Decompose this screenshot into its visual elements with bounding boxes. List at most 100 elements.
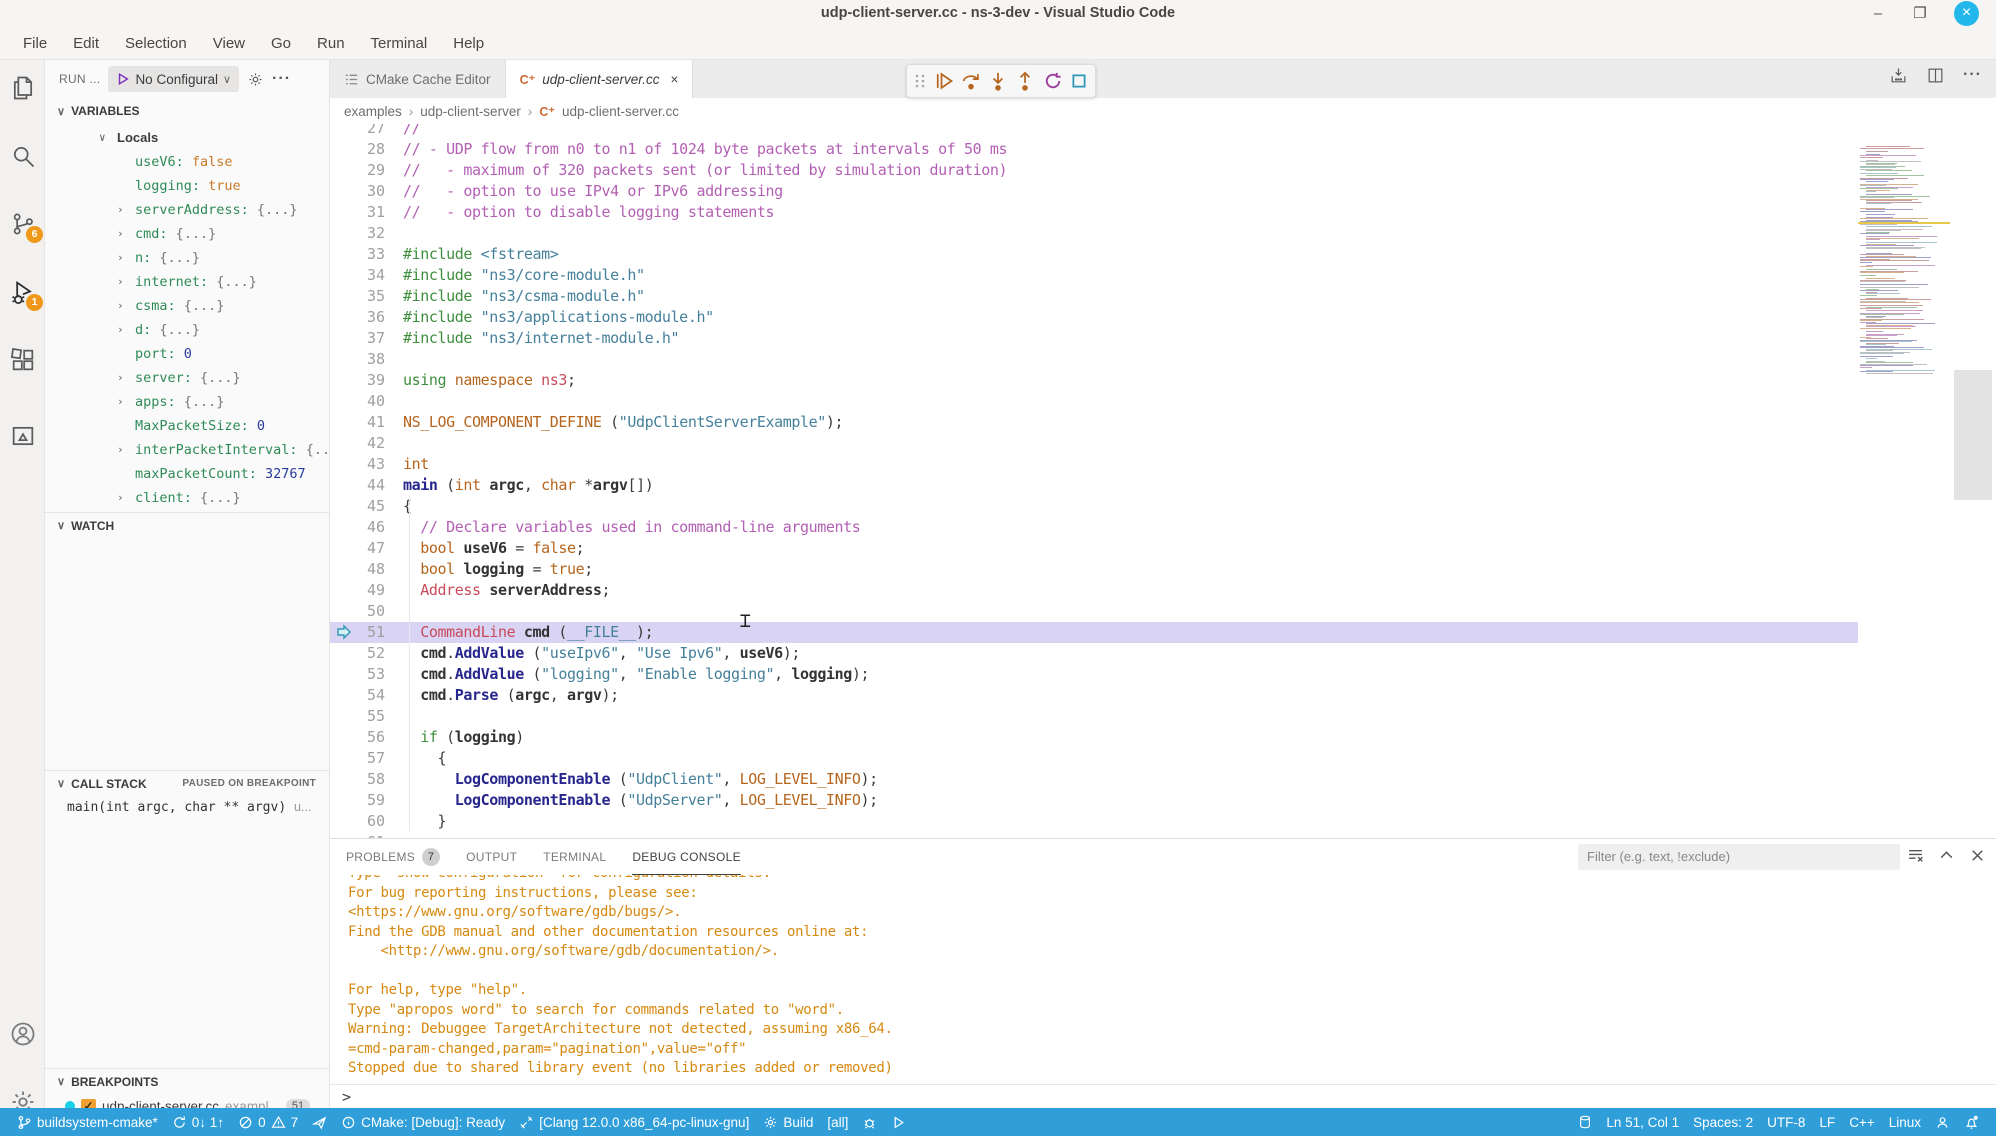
code-line-40[interactable]: 40 (330, 391, 1950, 412)
breakpoint-row[interactable]: ✓ udp-client-server.cc exampl... 51 (45, 1094, 330, 1108)
line-number[interactable]: 45 (330, 496, 385, 517)
line-number[interactable]: 48 (330, 559, 385, 580)
chevron-right-icon[interactable]: › (117, 318, 124, 342)
line-number[interactable]: 27 (330, 124, 385, 139)
code-line-58[interactable]: 58 LogComponentEnable ("UdpClient", LOG_… (330, 769, 1950, 790)
line-number[interactable]: 46 (330, 517, 385, 538)
variable-client[interactable]: ›client: {...} (45, 486, 330, 510)
variable-port[interactable]: port: 0 (45, 342, 330, 366)
line-number[interactable]: 39 (330, 370, 385, 391)
menu-help[interactable]: Help (442, 35, 495, 52)
callstack-frame[interactable]: main(int argc, char ** argv) u... (67, 800, 311, 815)
code-line-37[interactable]: 37#include "ns3/internet-module.h" (330, 328, 1950, 349)
line-number[interactable]: 35 (330, 286, 385, 307)
run-config-dropdown[interactable]: No Configural ∨ (108, 66, 239, 92)
code-line-42[interactable]: 42 (330, 433, 1950, 454)
maximize-panel-icon[interactable] (1938, 847, 1955, 864)
code-line-31[interactable]: 31// - option to disable logging stateme… (330, 202, 1950, 223)
chevron-right-icon[interactable]: › (117, 366, 124, 390)
variable-interPacketInterval[interactable]: ›interPacketInterval: {...} (45, 438, 330, 462)
line-number[interactable]: 32 (330, 223, 385, 244)
menu-go[interactable]: Go (260, 35, 302, 52)
variable-maxPacketCount[interactable]: maxPacketCount: 32767 (45, 462, 330, 486)
statusbar-remote[interactable] (1571, 1108, 1599, 1136)
statusbar-build[interactable]: Build (756, 1108, 820, 1136)
more-actions-icon[interactable]: ··· (272, 70, 291, 88)
code-line-57[interactable]: 57 { (330, 748, 1950, 769)
code-line-38[interactable]: 38 (330, 349, 1950, 370)
chevron-right-icon[interactable]: › (117, 438, 124, 462)
statusbar-launch[interactable] (305, 1108, 334, 1136)
chevron-right-icon[interactable]: › (117, 222, 124, 246)
statusbar-sync[interactable]: 0↓ 1↑ (165, 1108, 231, 1136)
code-line-33[interactable]: 33#include <fstream> (330, 244, 1950, 265)
variable-useV6[interactable]: useV6: false (45, 150, 330, 174)
extensions-icon[interactable] (9, 346, 37, 374)
more-editor-actions-icon[interactable]: ··· (1963, 66, 1982, 85)
explorer-icon[interactable] (9, 74, 37, 102)
line-number[interactable]: 54 (330, 685, 385, 706)
statusbar-debug-target[interactable] (855, 1108, 884, 1136)
line-number[interactable]: 40 (330, 391, 385, 412)
code-line-49[interactable]: 49 Address serverAddress; (330, 580, 1950, 601)
menu-file[interactable]: File (12, 35, 58, 52)
line-number[interactable]: 42 (330, 433, 385, 454)
statusbar-encoding[interactable]: UTF-8 (1760, 1108, 1812, 1136)
menu-selection[interactable]: Selection (114, 35, 198, 52)
breakpoints-section-header[interactable]: ∨ BREAKPOINTS (45, 1068, 330, 1094)
close-tab-icon[interactable]: × (670, 72, 678, 87)
code-line-30[interactable]: 30// - option to use IPv4 or IPv6 addres… (330, 181, 1950, 202)
step-out-icon[interactable] (1015, 71, 1035, 91)
chevron-right-icon[interactable]: › (117, 390, 124, 414)
run-gear-icon[interactable] (247, 71, 264, 88)
cmake-panel-icon[interactable] (9, 422, 37, 450)
line-number[interactable]: 38 (330, 349, 385, 370)
line-number[interactable]: 36 (330, 307, 385, 328)
statusbar-cursor-position[interactable]: Ln 51, Col 1 (1599, 1108, 1686, 1136)
step-into-icon[interactable] (988, 71, 1008, 91)
line-number[interactable]: 55 (330, 706, 385, 727)
tab-output[interactable]: OUTPUT (466, 839, 517, 875)
statusbar-indentation[interactable]: Spaces: 2 (1686, 1108, 1760, 1136)
restore-button[interactable]: ❐ (1910, 4, 1930, 24)
locals-scope[interactable]: ∨ Locals (45, 126, 330, 150)
chevron-right-icon[interactable]: › (117, 294, 124, 318)
statusbar-errors[interactable]: 0 7 (231, 1108, 305, 1136)
line-number[interactable]: 58 (330, 769, 385, 790)
menu-view[interactable]: View (202, 35, 256, 52)
variable-n[interactable]: ›n: {...} (45, 246, 330, 270)
clear-console-icon[interactable] (1907, 847, 1924, 864)
code-line-35[interactable]: 35#include "ns3/csma-module.h" (330, 286, 1950, 307)
line-number[interactable]: 41 (330, 412, 385, 433)
variable-cmd[interactable]: ›cmd: {...} (45, 222, 330, 246)
variable-server[interactable]: ›server: {...} (45, 366, 330, 390)
line-number[interactable]: 60 (330, 811, 385, 832)
code-line-43[interactable]: 43int (330, 454, 1950, 475)
code-line-55[interactable]: 55 (330, 706, 1950, 727)
chevron-right-icon[interactable]: › (117, 198, 124, 222)
code-line-28[interactable]: 28// - UDP flow from n0 to n1 of 1024 by… (330, 139, 1950, 160)
line-number[interactable]: 37 (330, 328, 385, 349)
code-line-50[interactable]: 50 (330, 601, 1950, 622)
breadcrumb-examples[interactable]: examples (344, 104, 402, 119)
statusbar-branch[interactable]: buildsystem-cmake* (10, 1108, 165, 1136)
restart-icon[interactable] (1043, 71, 1063, 91)
statusbar-kit[interactable]: [Clang 12.0.0 x86_64-pc-linux-gnu] (512, 1108, 756, 1136)
statusbar-eol[interactable]: LF (1812, 1108, 1842, 1136)
code-line-47[interactable]: 47 bool useV6 = false; (330, 538, 1950, 559)
watch-section-header[interactable]: ∨ WATCH (45, 512, 330, 538)
variables-section-header[interactable]: ∨ VARIABLES (45, 98, 330, 124)
statusbar-os[interactable]: Linux (1882, 1108, 1928, 1136)
line-number[interactable]: 50 (330, 601, 385, 622)
code-line-59[interactable]: 59 LogComponentEnable ("UdpServer", LOG_… (330, 790, 1950, 811)
variable-MaxPacketSize[interactable]: MaxPacketSize: 0 (45, 414, 330, 438)
code-line-27[interactable]: 27// (330, 124, 1950, 139)
code-line-48[interactable]: 48 bool logging = true; (330, 559, 1950, 580)
breadcrumb-udp-client-server[interactable]: udp-client-server (420, 104, 521, 119)
code-line-36[interactable]: 36#include "ns3/applications-module.h" (330, 307, 1950, 328)
search-icon[interactable] (9, 142, 37, 170)
line-number[interactable]: 28 (330, 139, 385, 160)
statusbar-language[interactable]: C++ (1842, 1108, 1882, 1136)
chevron-right-icon[interactable]: › (117, 486, 124, 510)
statusbar-notifications[interactable] (1957, 1108, 1986, 1136)
